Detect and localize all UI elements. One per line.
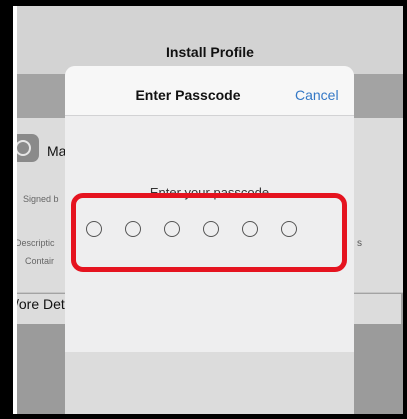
modal-title: Enter Passcode [135, 87, 241, 103]
passcode-dot [125, 221, 141, 237]
device-frame: Install Profile Ma Signed b Descriptic C… [0, 0, 407, 419]
profile-name: Ma [47, 143, 67, 159]
screen: Install Profile Ma Signed b Descriptic C… [17, 6, 403, 414]
clipped-value-text: s [357, 238, 362, 249]
contains-label: Contair [25, 256, 55, 266]
passcode-prompt: Enter your passcode [149, 185, 270, 200]
modal-bottom-area [65, 352, 354, 414]
frame-left-edge [0, 0, 13, 419]
settings-gear-icon [17, 134, 39, 162]
install-profile-title: Install Profile [166, 44, 254, 60]
passcode-dot [164, 221, 180, 237]
frame-right-edge [403, 0, 407, 419]
passcode-dot [203, 221, 219, 237]
cancel-button[interactable]: Cancel [295, 87, 339, 103]
signed-by-label: Signed b [23, 194, 59, 204]
description-label: Descriptic [17, 238, 55, 248]
frame-bottom-edge [0, 414, 407, 419]
passcode-dot [86, 221, 102, 237]
passcode-dot [281, 221, 297, 237]
passcode-dot [242, 221, 258, 237]
install-profile-header [17, 6, 403, 74]
passcode-field[interactable] [86, 221, 316, 241]
